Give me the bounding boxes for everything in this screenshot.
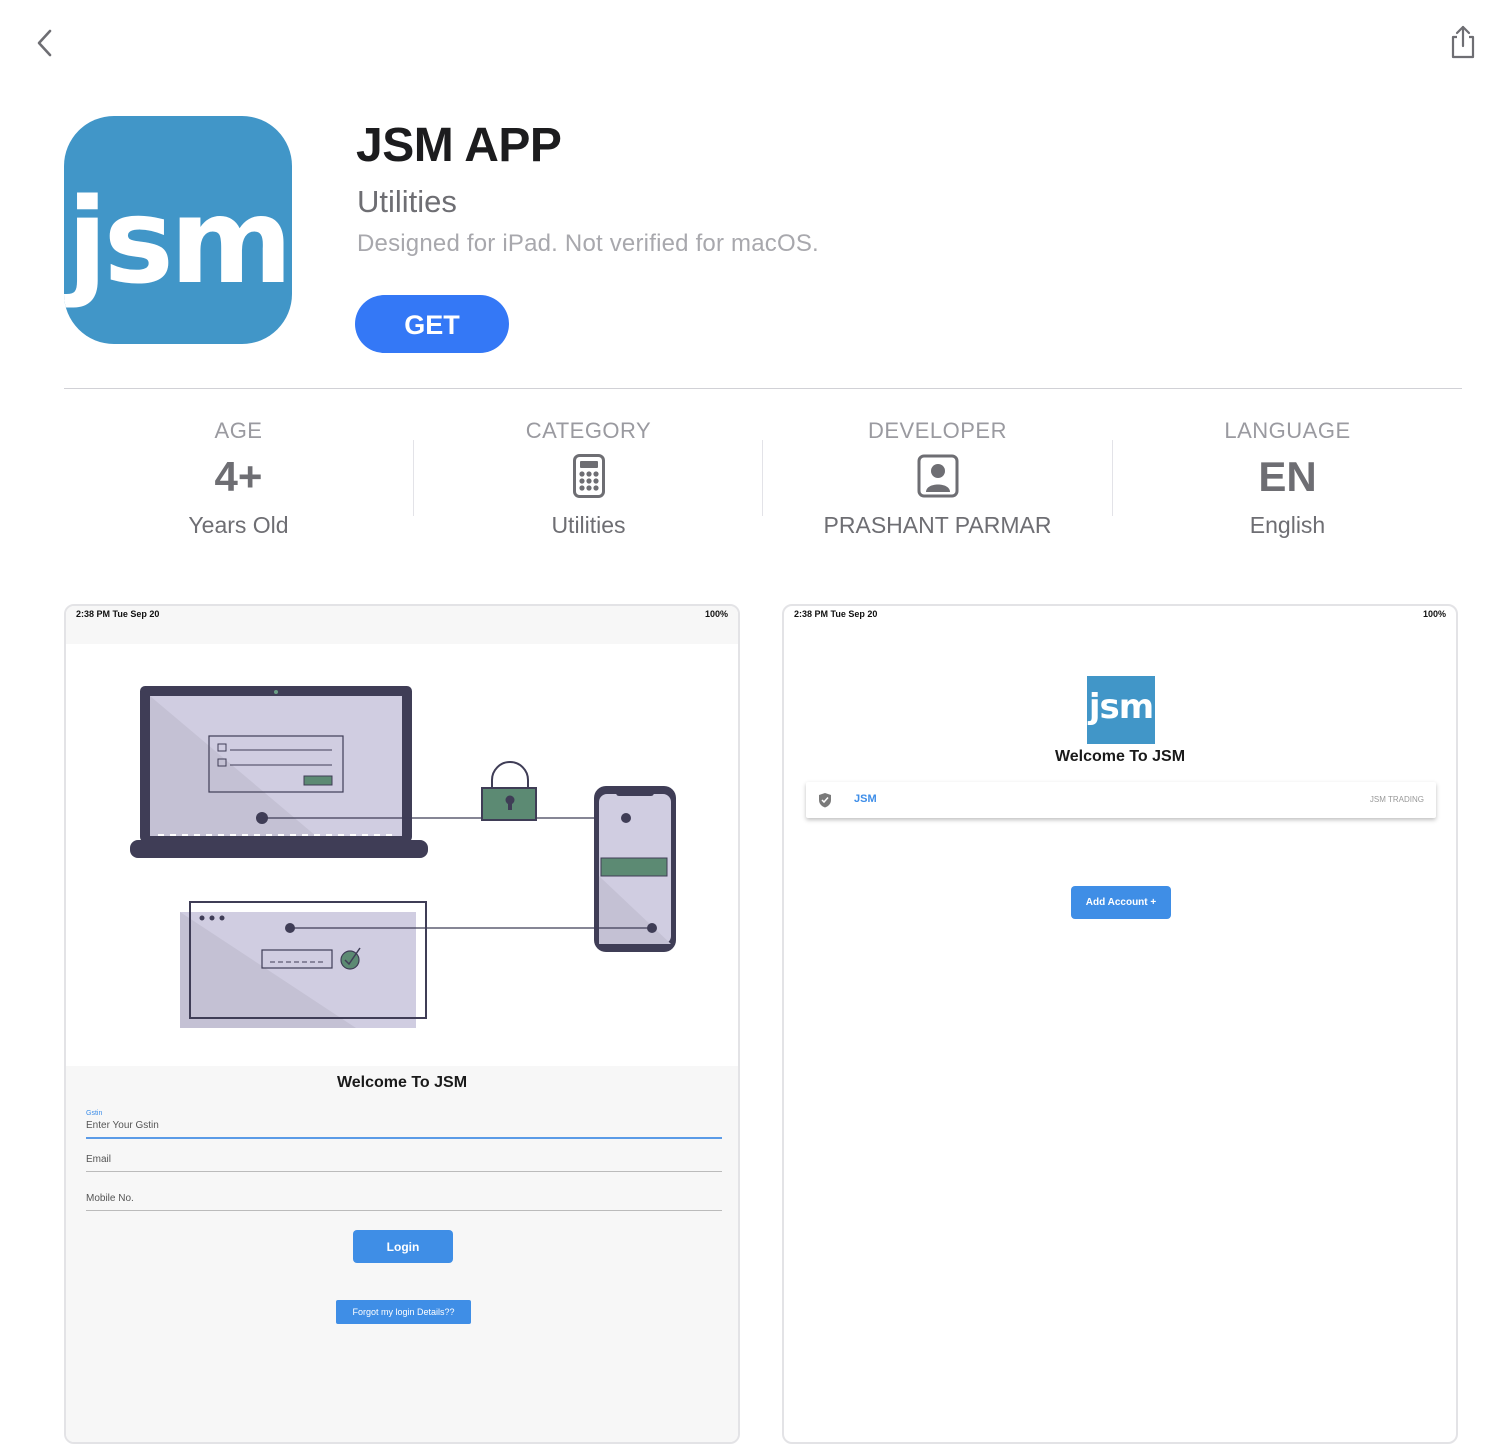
info-label: AGE bbox=[214, 418, 263, 443]
info-sub: PRASHANT PARMAR bbox=[823, 512, 1052, 538]
info-label: CATEGORY bbox=[525, 418, 652, 443]
jsm-logo: jsm bbox=[1087, 676, 1155, 744]
share-button[interactable] bbox=[1446, 24, 1480, 60]
share-icon bbox=[1451, 25, 1475, 59]
mobile-field[interactable]: Mobile No. bbox=[86, 1193, 722, 1211]
info-sub: Years Old bbox=[188, 512, 289, 538]
info-sub: English bbox=[1249, 512, 1326, 538]
screenshot-2[interactable]: 2:38 PM Tue Sep 20 100% jsm Welcome To J… bbox=[782, 604, 1458, 1444]
login-form: Welcome To JSM Gstin Enter Your Gstin Em… bbox=[66, 1066, 738, 1442]
calculator-icon bbox=[414, 454, 763, 500]
chevron-left-icon bbox=[37, 29, 52, 57]
app-icon-text: jsm bbox=[67, 172, 292, 310]
account-sub: JSM TRADING bbox=[1369, 795, 1424, 804]
person-icon bbox=[763, 454, 1112, 500]
app-icon: jsm bbox=[64, 116, 292, 344]
forgot-login-button[interactable]: Forgot my login Details?? bbox=[336, 1300, 471, 1324]
info-label: LANGUAGE bbox=[1224, 418, 1351, 443]
app-title: JSM APP bbox=[356, 119, 562, 172]
platform-note: Designed for iPad. Not verified for macO… bbox=[357, 230, 819, 257]
login-illustration bbox=[66, 644, 738, 1066]
status-time: 2:38 PM Tue Sep 20 bbox=[76, 609, 160, 619]
status-bar: 2:38 PM Tue Sep 20 100% bbox=[784, 606, 1456, 644]
info-category[interactable]: CATEGORY Utilities bbox=[414, 418, 763, 548]
info-value: EN bbox=[1258, 453, 1317, 500]
back-button[interactable] bbox=[30, 26, 62, 60]
welcome-title: Welcome To JSM bbox=[1054, 748, 1186, 765]
add-account-button[interactable]: Add Account + bbox=[1071, 886, 1171, 919]
info-developer[interactable]: DEVELOPER PRASHANT PARMAR bbox=[763, 418, 1112, 548]
info-value: 4+ bbox=[214, 453, 263, 500]
status-battery: 100% bbox=[1422, 609, 1446, 619]
app-category[interactable]: Utilities bbox=[357, 184, 457, 220]
status-time: 2:38 PM Tue Sep 20 bbox=[794, 609, 878, 619]
divider bbox=[64, 388, 1462, 389]
login-button[interactable]: Login bbox=[353, 1230, 453, 1263]
status-battery: 100% bbox=[704, 609, 728, 619]
info-age[interactable]: AGE 4+ Years Old bbox=[64, 418, 413, 548]
gstin-field[interactable]: Enter Your Gstin bbox=[86, 1120, 722, 1139]
welcome-title: Welcome To JSM bbox=[336, 1074, 468, 1091]
get-button[interactable]: GET bbox=[355, 295, 509, 353]
screenshot-1[interactable]: 2:38 PM Tue Sep 20 100% Welcome To JSM G… bbox=[64, 604, 740, 1444]
info-sub: Utilities bbox=[551, 512, 626, 538]
account-name: JSM bbox=[854, 793, 877, 805]
info-label: DEVELOPER bbox=[868, 418, 1007, 443]
status-bar: 2:38 PM Tue Sep 20 100% bbox=[66, 606, 738, 644]
shield-icon bbox=[818, 792, 832, 813]
account-card[interactable]: JSM JSM TRADING bbox=[806, 782, 1436, 818]
email-field[interactable]: Email bbox=[86, 1154, 722, 1172]
gstin-label: Gstin bbox=[86, 1110, 103, 1117]
info-language[interactable]: LANGUAGE EN English bbox=[1113, 418, 1462, 548]
